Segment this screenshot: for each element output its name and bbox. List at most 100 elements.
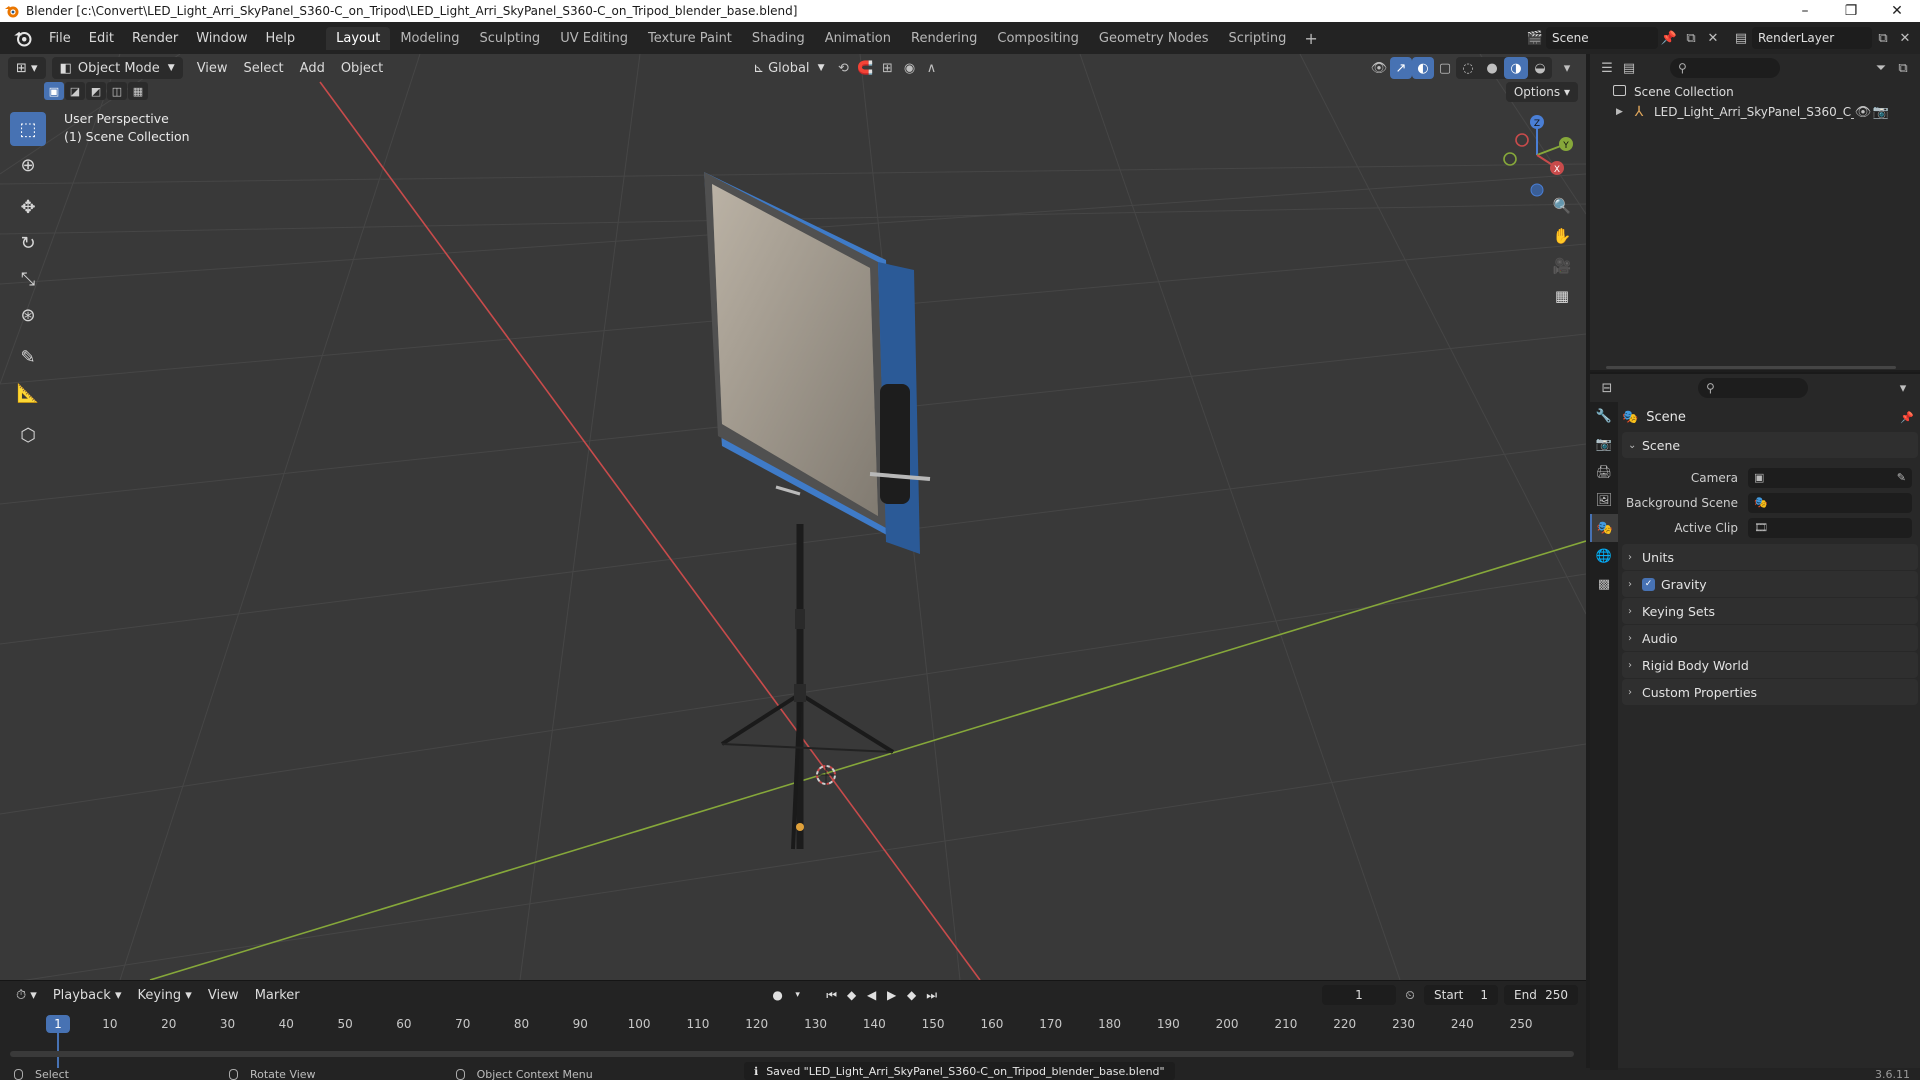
filter-icon[interactable]: ⏷: [1870, 57, 1892, 79]
expand-arrow-icon[interactable]: ▶: [1616, 107, 1630, 117]
close-button[interactable]: ✕: [1874, 0, 1920, 22]
visibility-icon[interactable]: 👁: [1368, 57, 1390, 79]
snap-icon[interactable]: 🧲: [854, 57, 876, 79]
ortho-grid-icon[interactable]: ▦: [1548, 282, 1576, 310]
outliner-search-input[interactable]: ⚲: [1670, 58, 1780, 78]
menu-view[interactable]: View: [189, 57, 236, 79]
new-scene-icon[interactable]: ⧉: [1680, 27, 1702, 49]
cursor-tool-icon[interactable]: ⊕: [10, 148, 46, 182]
transform-tool-icon[interactable]: ⊛: [10, 298, 46, 332]
scene-browse-icon[interactable]: 🎬: [1524, 27, 1546, 49]
tool-tab-icon[interactable]: 🔧: [1590, 402, 1618, 430]
measure-tool-icon[interactable]: 📐: [10, 376, 46, 410]
select-subtract-icon[interactable]: ◩: [86, 82, 106, 100]
scale-tool-icon[interactable]: ⤡: [10, 262, 46, 296]
pan-hand-icon[interactable]: ✋: [1548, 222, 1576, 250]
tab-texture-paint[interactable]: Texture Paint: [638, 27, 742, 50]
menu-render[interactable]: Render: [123, 31, 187, 46]
texture-tab-icon[interactable]: ▩: [1590, 570, 1618, 598]
display-mode-icon[interactable]: ▤: [1618, 57, 1640, 79]
next-keyframe-icon[interactable]: ◆: [902, 985, 922, 1005]
delete-view-layer-icon[interactable]: ✕: [1894, 27, 1916, 49]
camera-field[interactable]: ▣ ✎: [1748, 467, 1912, 488]
panel-audio-header[interactable]: › Audio: [1622, 625, 1918, 651]
tab-compositing[interactable]: Compositing: [987, 27, 1089, 50]
timeline-scrollbar[interactable]: [10, 1051, 1574, 1057]
menu-edit[interactable]: Edit: [80, 31, 123, 46]
move-tool-icon[interactable]: ✥: [10, 190, 46, 224]
menu-marker[interactable]: Marker: [247, 984, 308, 1006]
properties-options-icon[interactable]: ▾: [1892, 377, 1914, 399]
pin-icon[interactable]: 📌: [1900, 411, 1914, 424]
properties-editor[interactable]: ⊟ ⚲ ▾ 🔧 📷 🖨 🖼 🎭 🌐 ▩ 🎭 Scene 📌 ⌄ Scene Cam…: [1590, 372, 1920, 1070]
select-extend-icon[interactable]: ◪: [65, 82, 85, 100]
3d-viewport[interactable]: ⊞ ▾ ◧ Object Mode ▼ View Select Add Object…: [0, 54, 1586, 980]
view-layer-tab-icon[interactable]: 🖼: [1590, 486, 1618, 514]
shading-options-icon[interactable]: ▾: [1556, 57, 1578, 79]
pivot-point-icon[interactable]: ⟲: [832, 57, 854, 79]
outliner-editor[interactable]: ☰ ▤ ⚲ ⏷ ⧉ Scene Collection ▶ ⅄ LED_Light…: [1590, 54, 1920, 370]
falloff-icon[interactable]: ∧: [920, 57, 942, 79]
tab-layout[interactable]: Layout: [326, 26, 391, 50]
new-view-layer-icon[interactable]: ⧉: [1872, 27, 1894, 49]
jump-end-icon[interactable]: ⏭: [922, 985, 942, 1005]
outliner-editor-type-icon[interactable]: ☰: [1596, 57, 1618, 79]
solid-shading-icon[interactable]: ●: [1480, 57, 1504, 79]
outliner-row-scene-collection[interactable]: Scene Collection: [1590, 82, 1920, 102]
world-tab-icon[interactable]: 🌐: [1590, 542, 1618, 570]
menu-keying[interactable]: Keying ▾: [130, 984, 200, 1006]
jump-start-icon[interactable]: ⏮: [822, 985, 842, 1005]
panel-units-header[interactable]: › Units: [1622, 544, 1918, 570]
start-frame-field[interactable]: Start 1: [1424, 985, 1498, 1005]
eye-icon[interactable]: 👁: [1854, 101, 1872, 123]
preview-range-icon[interactable]: ⏲: [1400, 985, 1420, 1005]
minimize-button[interactable]: –: [1782, 0, 1828, 22]
add-workspace-button[interactable]: +: [1296, 29, 1325, 48]
blender-menu-icon[interactable]: [10, 28, 36, 48]
tab-uv-editing[interactable]: UV Editing: [550, 27, 638, 50]
xray-icon[interactable]: ▢: [1434, 57, 1456, 79]
overlay-toggle-icon[interactable]: ◐: [1412, 57, 1434, 79]
maximize-button[interactable]: ❐: [1828, 0, 1874, 22]
navigation-gizmo[interactable]: Z Y X: [1492, 110, 1582, 200]
proportional-edit-icon[interactable]: ◉: [898, 57, 920, 79]
gravity-checkbox[interactable]: ✓: [1642, 577, 1655, 591]
save-report[interactable]: ℹ Saved "LED_Light_Arri_SkyPanel_S360-C_o…: [744, 1062, 1175, 1080]
panel-gravity-header[interactable]: › ✓ Gravity: [1622, 571, 1918, 597]
timeline-editor-type-icon[interactable]: ⏱ ▾: [8, 984, 45, 1006]
panel-scene-header[interactable]: ⌄ Scene: [1622, 432, 1918, 458]
camera-view-icon[interactable]: 🎥: [1548, 252, 1576, 280]
menu-timeline-view[interactable]: View: [200, 984, 247, 1006]
panel-keying-sets-header[interactable]: › Keying Sets: [1622, 598, 1918, 624]
current-frame-field[interactable]: 1: [1322, 985, 1396, 1005]
pin-icon[interactable]: 📌: [1658, 27, 1680, 49]
camera-render-icon[interactable]: 📷: [1872, 101, 1890, 123]
tab-shading[interactable]: Shading: [742, 27, 815, 50]
snap-target-icon[interactable]: ⊞: [876, 57, 898, 79]
wireframe-shading-icon[interactable]: ◌: [1456, 57, 1480, 79]
select-new-icon[interactable]: ▣: [44, 82, 64, 100]
gizmo-toggle-icon[interactable]: ↗: [1390, 57, 1412, 79]
menu-window[interactable]: Window: [187, 31, 256, 46]
select-box-tool-icon[interactable]: ⬚: [10, 112, 46, 146]
view-layer-field[interactable]: RenderLayer: [1752, 27, 1872, 49]
tab-rendering[interactable]: Rendering: [901, 27, 987, 50]
output-tab-icon[interactable]: 🖨: [1590, 458, 1618, 486]
rotate-tool-icon[interactable]: ↻: [10, 226, 46, 260]
menu-add[interactable]: Add: [292, 57, 333, 79]
outliner-row-object[interactable]: ▶ ⅄ LED_Light_Arri_SkyPanel_S360_C_on_Ti…: [1590, 102, 1920, 122]
frame-ruler[interactable]: 10 20 30 40 50 60 70 80 90 100 110 120 130 140 150 160 1…: [0, 1013, 1586, 1069]
3d-cursor[interactable]: [816, 765, 836, 785]
tab-animation[interactable]: Animation: [815, 27, 901, 50]
eyedropper-icon[interactable]: ✎: [1897, 471, 1906, 484]
skypanel-light-model[interactable]: [704, 172, 931, 554]
end-frame-field[interactable]: End 250: [1504, 985, 1578, 1005]
active-clip-field[interactable]: 🎞: [1748, 517, 1912, 538]
editor-type-button[interactable]: ⊞ ▾: [8, 57, 46, 79]
scene-tab-icon[interactable]: 🎭: [1590, 514, 1618, 542]
outliner-scrollbar[interactable]: [1606, 366, 1896, 369]
scene-name-field[interactable]: Scene: [1546, 27, 1658, 49]
tab-geometry-nodes[interactable]: Geometry Nodes: [1089, 27, 1219, 50]
menu-playback[interactable]: Playback ▾: [45, 984, 130, 1006]
menu-object[interactable]: Object: [333, 57, 391, 79]
